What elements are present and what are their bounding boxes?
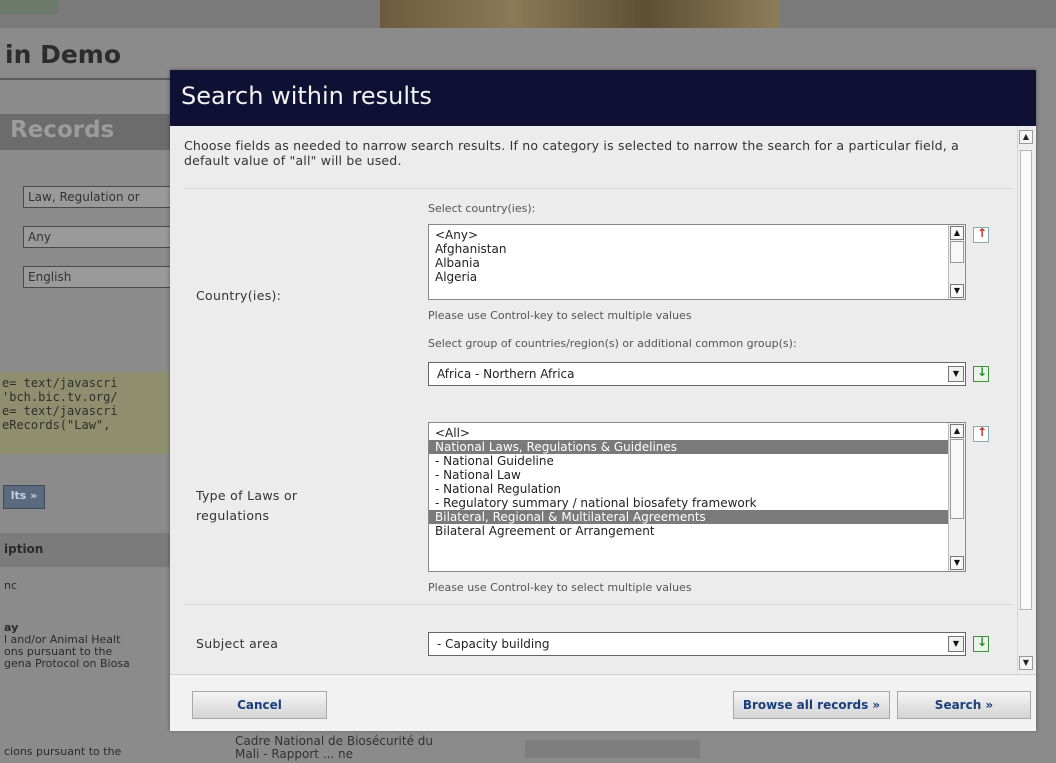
list-item[interactable]: - National Law	[429, 468, 965, 482]
list-item[interactable]: Afghanistan	[429, 242, 965, 256]
list-item[interactable]: - National Guideline	[429, 454, 965, 468]
browse-all-button[interactable]: Browse all records »	[733, 691, 890, 719]
reset-arrow-icon[interactable]	[973, 425, 989, 442]
search-button[interactable]: Search »	[897, 691, 1031, 719]
label-line: regulations	[196, 508, 270, 523]
chevron-down-icon[interactable]: ▼	[948, 366, 964, 382]
law-type-field[interactable]: Law, Regulation or	[23, 186, 173, 208]
scroll-up-icon[interactable]: ▲	[950, 424, 964, 438]
country-ctrl-hint: Please use Control-key to select multipl…	[428, 309, 692, 322]
add-arrow-icon[interactable]	[973, 635, 989, 652]
option-header-label: iption	[4, 542, 44, 556]
page-title: in Demo	[5, 40, 122, 69]
subject-value: - Capacity building	[437, 637, 550, 651]
option-header: iption	[0, 533, 172, 567]
scroll-thumb[interactable]	[950, 439, 964, 519]
modal-footer: Cancel Browse all records » Search »	[170, 674, 1036, 731]
any-field[interactable]: Any	[23, 226, 173, 248]
law-ctrl-hint: Please use Control-key to select multipl…	[428, 581, 692, 594]
results-button[interactable]: lts »	[3, 485, 45, 509]
bottom-left-text: cions pursuant to the	[4, 745, 122, 758]
list-line: gena Protocol on Biosa	[4, 657, 130, 670]
divider	[184, 604, 1014, 605]
subject-label: Subject area	[196, 636, 279, 651]
list-item[interactable]: Algeria	[429, 270, 965, 284]
chevron-down-icon[interactable]: ▼	[948, 636, 964, 652]
records-title: Records	[10, 117, 115, 143]
list-item[interactable]: - National Regulation	[429, 482, 965, 496]
scroll-up-icon[interactable]: ▲	[1019, 130, 1033, 144]
list-item[interactable]: - Regulatory summary / national biosafet…	[429, 496, 965, 510]
modal-scrollbar[interactable]: ▲ ▼	[1017, 126, 1035, 674]
label-line: Type of Laws or	[196, 488, 298, 503]
scroll-thumb[interactable]	[950, 241, 964, 263]
modal-body: Choose fields as needed to narrow search…	[170, 126, 1036, 674]
code-line: 'bch.bic.tv.org/	[2, 390, 118, 404]
law-type-listbox[interactable]: <All> National Laws, Regulations & Guide…	[428, 422, 966, 572]
law-type-label: Type of Laws or regulations	[196, 486, 297, 526]
country-listbox[interactable]: <Any> Afghanistan Albania Algeria ▲ ▼	[428, 224, 966, 300]
select-country-hint: Select country(ies):	[428, 202, 536, 215]
list-item[interactable]: <Any>	[429, 228, 965, 242]
scroll-down-icon[interactable]: ▼	[1019, 656, 1033, 670]
search-modal: Search within results Choose fields as n…	[170, 70, 1036, 731]
list-item[interactable]: Albania	[429, 256, 965, 270]
record-line: Mali - Rapport ... ne	[235, 747, 354, 761]
modal-title: Search within results	[181, 82, 432, 110]
banner-image	[380, 0, 780, 28]
add-arrow-icon[interactable]	[973, 365, 989, 382]
list-item[interactable]: National Laws, Regulations & Guidelines	[429, 440, 965, 454]
country-label: Country(ies):	[196, 288, 282, 303]
scroll-up-icon[interactable]: ▲	[950, 226, 964, 240]
records-header: Records	[0, 114, 170, 150]
banner-left-image	[0, 0, 58, 14]
listbox-scrollbar[interactable]: ▲ ▼	[948, 225, 965, 299]
scroll-down-icon[interactable]: ▼	[950, 556, 964, 570]
listbox-scrollbar[interactable]: ▲ ▼	[948, 423, 965, 571]
code-line: eRecords("Law",	[2, 418, 111, 432]
header-banner	[0, 0, 1056, 28]
code-line: e= text/javascri	[2, 376, 118, 390]
language-field[interactable]: English	[23, 266, 173, 288]
subject-select[interactable]: - Capacity building ▼	[428, 632, 966, 656]
scroll-thumb[interactable]	[1020, 150, 1032, 610]
cancel-button[interactable]: Cancel	[192, 691, 327, 719]
country-group-select[interactable]: Africa - Northern Africa ▼	[428, 362, 966, 386]
pager-toolbar	[525, 740, 700, 758]
option-value: nc	[4, 579, 18, 592]
code-line: e= text/javascri	[2, 404, 118, 418]
reset-arrow-icon[interactable]	[973, 226, 989, 243]
title-divider	[0, 78, 180, 80]
embed-code-box: e= text/javascri'bch.bic.tv.org/e= text/…	[0, 372, 172, 454]
list-item[interactable]: <All>	[429, 426, 965, 440]
country-group-value: Africa - Northern Africa	[437, 367, 575, 381]
group-hint: Select group of countries/region(s) or a…	[428, 337, 797, 350]
intro-text: Choose fields as needed to narrow search…	[184, 138, 959, 168]
bottom-record-text: Cadre National de Biosécurité du Mali - R…	[235, 735, 433, 761]
divider	[184, 188, 1014, 189]
list-item[interactable]: Bilateral Agreement or Arrangement	[429, 524, 965, 538]
list-item[interactable]: Bilateral, Regional & Multilateral Agree…	[429, 510, 965, 524]
modal-header: Search within results	[170, 70, 1036, 126]
scroll-down-icon[interactable]: ▼	[950, 284, 964, 298]
